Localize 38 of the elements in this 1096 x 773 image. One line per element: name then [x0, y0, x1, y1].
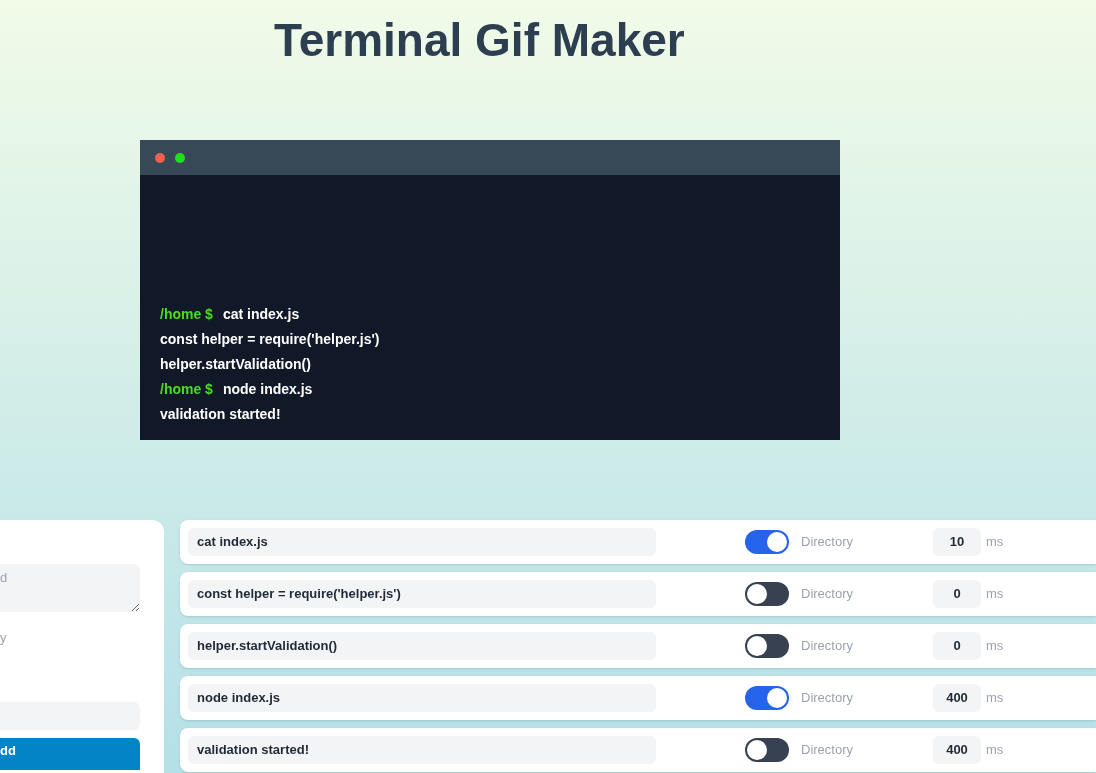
command-field[interactable]: cat index.js	[188, 528, 656, 556]
terminal-output: const helper = require('helper.js')	[160, 330, 380, 349]
unit-label: ms	[986, 585, 1004, 604]
unit-label: ms	[986, 637, 1004, 656]
page-title: Terminal Gif Maker	[274, 17, 685, 63]
command-textarea[interactable]: d	[0, 564, 140, 612]
close-dot-icon	[155, 152, 165, 163]
directory-toggle[interactable]	[745, 530, 789, 554]
directory-label: Directory	[801, 533, 853, 552]
directory-label: Directory	[801, 637, 853, 656]
delay-field[interactable]: 0	[933, 632, 981, 660]
terminal-command: cat index.js	[222, 305, 300, 324]
delay-field[interactable]: 400	[933, 736, 981, 764]
delay-field[interactable]: 0	[933, 580, 981, 608]
terminal-prompt: /home $	[160, 380, 213, 399]
field-label: y	[0, 629, 7, 647]
add-button[interactable]: dd	[0, 737, 140, 770]
delay-field[interactable]: 400	[933, 684, 981, 712]
directory-toggle[interactable]	[745, 582, 789, 606]
command-field[interactable]: const helper = require('helper.js')	[188, 580, 656, 608]
command-field[interactable]: helper.startValidation()	[188, 632, 656, 660]
maximize-dot-icon	[175, 152, 185, 163]
unit-label: ms	[986, 533, 1004, 552]
terminal-output: helper.startValidation()	[160, 355, 311, 374]
directory-label: Directory	[801, 585, 853, 604]
command-field[interactable]: validation started!	[188, 736, 656, 764]
directory-label: Directory	[801, 741, 853, 760]
command-field[interactable]: node index.js	[188, 684, 656, 712]
terminal-prompt: /home $	[160, 305, 213, 324]
terminal-output: validation started!	[160, 405, 281, 424]
directory-label: Directory	[801, 689, 853, 708]
directory-toggle[interactable]	[745, 738, 789, 762]
unit-label: ms	[986, 741, 1004, 760]
delay-field[interactable]: 10	[933, 528, 981, 556]
terminal-command: node index.js	[222, 380, 313, 399]
unit-label: ms	[986, 689, 1004, 708]
directory-toggle[interactable]	[745, 634, 789, 658]
directory-toggle[interactable]	[745, 686, 789, 710]
